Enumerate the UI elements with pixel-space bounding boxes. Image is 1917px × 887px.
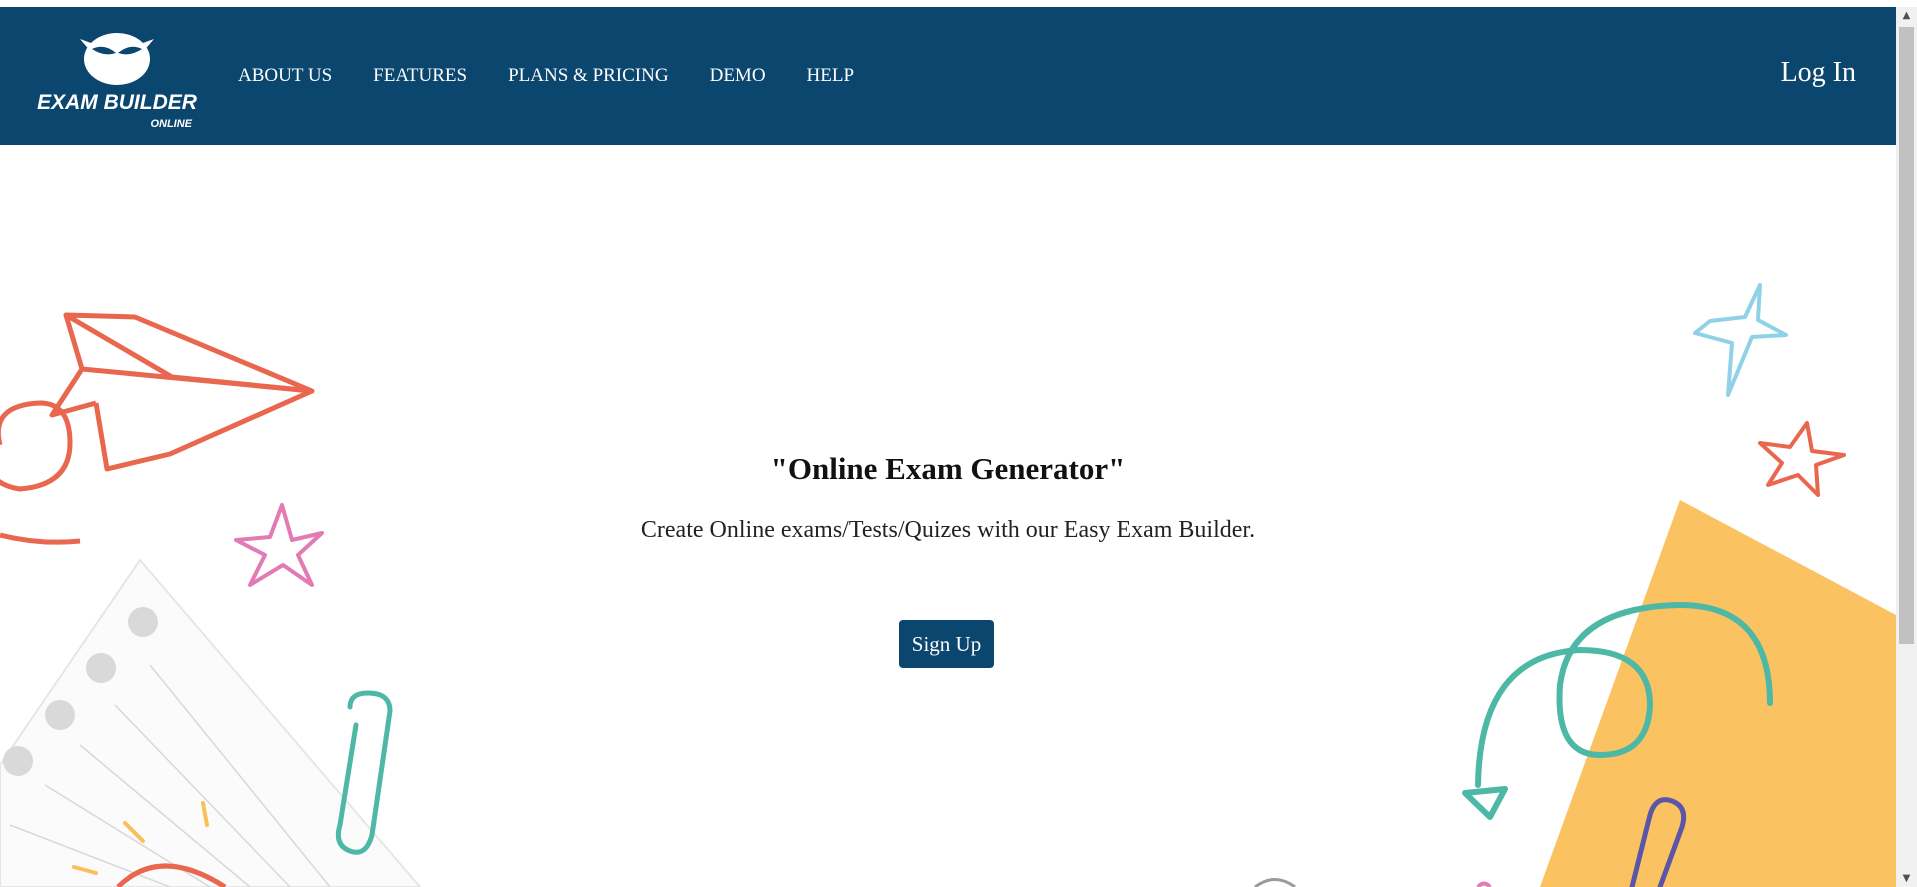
login-link[interactable]: Log In — [1781, 57, 1856, 89]
triangle-icon — [1540, 500, 1896, 887]
nav-demo[interactable]: DEMO — [710, 65, 766, 87]
paper-plane-icon — [49, 312, 315, 472]
nav-help[interactable]: HELP — [807, 65, 855, 87]
owl-logo-icon: EXAM BUILDER ONLINE — [37, 33, 198, 130]
hero-decorations — [0, 283, 1896, 887]
nav-about-us[interactable]: ABOUT US — [238, 65, 332, 87]
hero-subtitle: Create Online exams/Tests/Quizes with ou… — [640, 517, 1256, 543]
nav-plans-pricing[interactable]: PLANS & PRICING — [508, 65, 668, 87]
scroll-down-arrow-icon[interactable]: ▼ — [1896, 870, 1917, 887]
top-strip — [0, 0, 1917, 7]
nav-features[interactable]: FEATURES — [373, 65, 467, 87]
main-nav: ABOUT US FEATURES PLANS & PRICING DEMO H… — [238, 65, 895, 87]
brand-logo[interactable]: EXAM BUILDER ONLINE — [22, 29, 212, 133]
brand-tagline: ONLINE — [150, 118, 192, 130]
site-header: EXAM BUILDER ONLINE ABOUT US FEATURES PL… — [0, 7, 1896, 145]
brand-name: EXAM BUILDER — [37, 91, 198, 114]
hero-title: "Online Exam Generator" — [770, 451, 1126, 486]
vertical-scrollbar[interactable]: ▲ ▼ — [1896, 7, 1917, 887]
star-icon — [1693, 283, 1788, 397]
signup-button[interactable]: Sign Up — [899, 620, 994, 668]
scroll-up-arrow-icon[interactable]: ▲ — [1896, 7, 1917, 24]
hero-section: "Online Exam Generator" Create Online ex… — [0, 145, 1896, 887]
scroll-thumb[interactable] — [1899, 27, 1914, 644]
